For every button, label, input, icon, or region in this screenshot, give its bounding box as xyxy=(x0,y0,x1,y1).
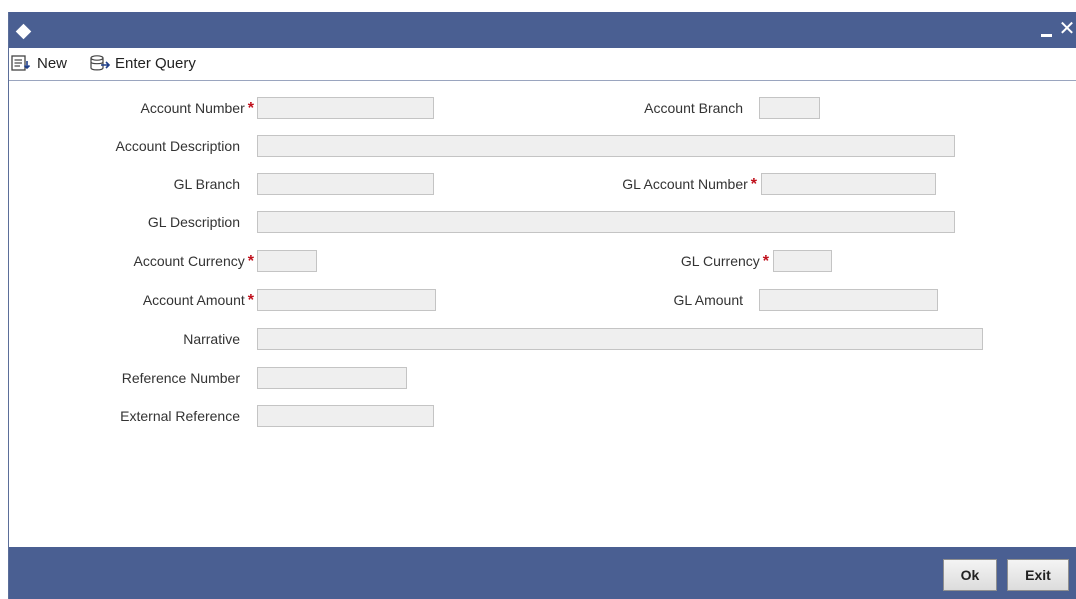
diamond-icon xyxy=(15,23,32,40)
gl-description-label: GL Description xyxy=(147,214,240,230)
gl-transfer-window: ✕ New Enter Query Account Number * Accoun… xyxy=(8,12,1076,599)
close-button[interactable]: ✕ xyxy=(1057,17,1076,39)
required-marker: * xyxy=(762,253,769,270)
enter-query-button[interactable]: Enter Query xyxy=(89,52,196,74)
gl-account-number-label: GL Account Number * xyxy=(529,174,757,194)
account-currency-input[interactable] xyxy=(257,250,317,272)
required-marker: * xyxy=(247,100,254,117)
account-branch-label: Account Branch xyxy=(644,100,743,116)
account-number-input[interactable] xyxy=(257,97,434,119)
gl-amount-input[interactable] xyxy=(759,289,938,311)
account-number-label-text: Account Number xyxy=(140,100,245,116)
account-branch-input[interactable] xyxy=(759,97,820,119)
required-marker: * xyxy=(247,253,254,270)
reference-number-label: Reference Number xyxy=(121,370,240,386)
account-amount-label: Account Amount * xyxy=(69,290,254,310)
account-amount-label-text: Account Amount xyxy=(142,292,245,308)
account-description-label: Account Description xyxy=(115,138,240,154)
gl-account-number-label-text: GL Account Number xyxy=(622,176,748,192)
title-bar: ✕ xyxy=(9,12,1076,48)
account-currency-label: Account Currency * xyxy=(69,251,254,271)
form-panel: Account Number * Account Branch Account D… xyxy=(9,80,1076,548)
account-description-input[interactable] xyxy=(257,135,955,157)
gl-currency-input[interactable] xyxy=(773,250,832,272)
gl-branch-label: GL Branch xyxy=(173,176,240,192)
ok-button[interactable]: Ok xyxy=(943,559,997,591)
enter-query-icon xyxy=(90,55,111,71)
footer-bar: Ok Exit xyxy=(9,547,1076,599)
gl-currency-label-text: GL Currency xyxy=(680,253,760,269)
account-number-label: Account Number * xyxy=(69,98,254,118)
gl-currency-label: GL Currency * xyxy=(569,251,769,271)
narrative-input[interactable] xyxy=(257,328,983,350)
external-reference-input[interactable] xyxy=(257,405,434,427)
gl-description-input[interactable] xyxy=(257,211,955,233)
enter-query-button-label: Enter Query xyxy=(115,54,196,72)
required-marker: * xyxy=(750,176,757,193)
gl-branch-input[interactable] xyxy=(257,173,434,195)
exit-button[interactable]: Exit xyxy=(1007,559,1069,591)
new-button-label: New xyxy=(37,54,68,72)
new-button[interactable]: New xyxy=(11,52,67,74)
required-marker: * xyxy=(247,292,254,309)
account-currency-label-text: Account Currency xyxy=(133,253,245,269)
reference-number-input[interactable] xyxy=(257,367,407,389)
external-reference-label: External Reference xyxy=(120,408,240,424)
account-amount-input[interactable] xyxy=(257,289,436,311)
gl-amount-label: GL Amount xyxy=(673,292,743,308)
gl-account-number-input[interactable] xyxy=(761,173,936,195)
minimize-button[interactable] xyxy=(1041,25,1052,37)
narrative-label: Narrative xyxy=(183,331,240,347)
new-record-icon xyxy=(11,55,31,71)
